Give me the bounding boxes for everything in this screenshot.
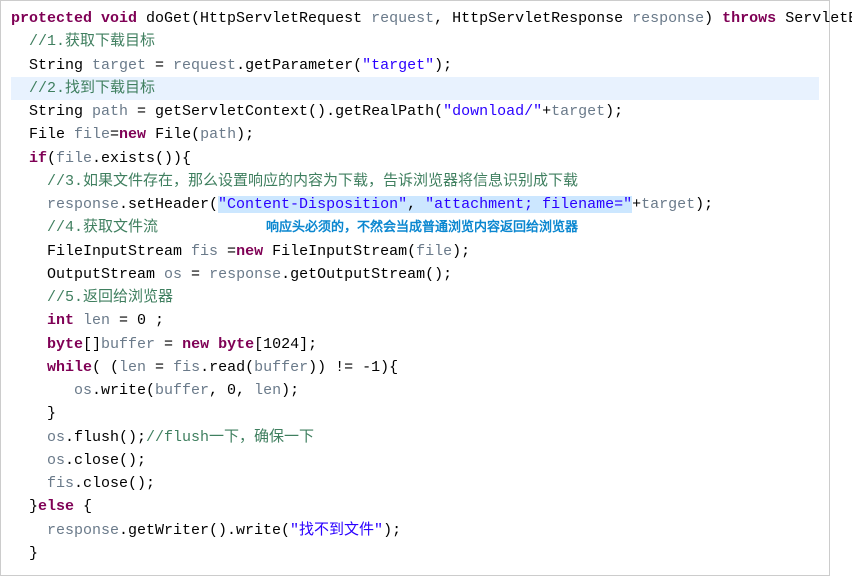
comment: //1.获取下载目标 [29, 33, 155, 50]
code-line: response.setHeader("Content-Disposition"… [11, 193, 819, 216]
keyword: byte [47, 336, 83, 353]
code-line: //1.获取下载目标 [11, 30, 819, 53]
keyword: new [236, 243, 263, 260]
string: "找不到文件" [290, 522, 383, 539]
code-line: OutputStream os = response.getOutputStre… [11, 263, 819, 286]
code-line: //3.如果文件存在，那么设置响应的内容为下载，告诉浏览器将信息识别成下载 [11, 170, 819, 193]
comment: //flush一下，确保一下 [146, 429, 314, 446]
keyword: int [47, 312, 74, 329]
keyword: if [29, 150, 47, 167]
keyword: new byte [182, 336, 254, 353]
code-line: //4.获取文件流 响应头必须的，不然会当成普通浏览内容返回给浏览器 [11, 216, 819, 239]
code-line: protected void doGet(HttpServletRequest … [11, 7, 819, 30]
code-line: File file=new File(path); [11, 123, 819, 146]
code-line: response.getWriter().write("找不到文件"); [11, 519, 819, 542]
highlighted-line: //2.找到下载目标 [11, 77, 819, 100]
comment: //4.获取文件流 [47, 219, 158, 236]
code-line: //5.返回给浏览器 [11, 286, 819, 309]
code-line: } [11, 542, 819, 565]
keyword: throws [722, 10, 776, 27]
keyword: else [38, 498, 74, 515]
keyword: new [119, 126, 146, 143]
code-line: byte[]buffer = new byte[1024]; [11, 333, 819, 356]
string: "target" [362, 57, 434, 74]
comment: //2.找到下载目标 [29, 80, 155, 97]
code-line: while( (len = fis.read(buffer)) != -1){ [11, 356, 819, 379]
keyword: while [47, 359, 92, 376]
comment: //3.如果文件存在，那么设置响应的内容为下载，告诉浏览器将信息识别成下载 [47, 173, 578, 190]
code-line: if(file.exists()){ [11, 147, 819, 170]
code-line: }else { [11, 495, 819, 518]
code-line: FileInputStream fis =new FileInputStream… [11, 240, 819, 263]
string: "download/" [443, 103, 542, 120]
highlighted-string: "Content-Disposition" [218, 196, 407, 213]
code-line: String path = getServletContext().getRea… [11, 100, 819, 123]
highlighted-string: "attachment; filename=" [425, 196, 632, 213]
keyword: protected void [11, 10, 137, 27]
code-line: os.write(buffer, 0, len); [11, 379, 819, 402]
comment: //5.返回给浏览器 [47, 289, 173, 306]
code-line: os.flush();//flush一下，确保一下 [11, 426, 819, 449]
code-snippet: protected void doGet(HttpServletRequest … [0, 0, 830, 576]
code-line: String target = request.getParameter("ta… [11, 54, 819, 77]
code-line: int len = 0 ; [11, 309, 819, 332]
annotation-text: 响应头必须的，不然会当成普通浏览内容返回给浏览器 [266, 219, 578, 234]
code-line: } [11, 402, 819, 425]
code-line: fis.close(); [11, 472, 819, 495]
code-line: os.close(); [11, 449, 819, 472]
